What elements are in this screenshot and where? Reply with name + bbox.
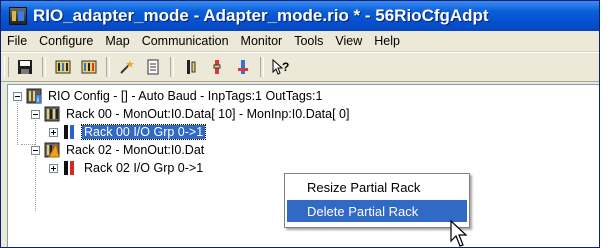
tree-label-root: RIO Config - [] - Auto Baud - InpTags:1 … — [48, 89, 323, 103]
tree-line — [35, 117, 36, 211]
menu-item-resize-partial-rack[interactable]: Resize Partial Rack — [287, 176, 467, 198]
context-menu: Resize Partial Rack Delete Partial Rack — [284, 173, 470, 228]
expand-icon[interactable] — [49, 163, 58, 173]
toolbar-grip[interactable] — [4, 57, 9, 77]
menu-bar: File Configure Map Communication Monitor… — [1, 31, 599, 52]
tree-label-rack02: Rack 02 - MonOut:I0.Dat — [66, 143, 205, 157]
tree-node-root[interactable]: i RIO Config - [] - Auto Baud - InpTags:… — [13, 87, 324, 105]
tree-label-rack00-grp: Rack 00 I/O Grp 0->1 — [80, 124, 207, 140]
window-title: RIO_adapter_mode - Adapter_mode.rio * - … — [33, 6, 489, 25]
report-icon[interactable] — [142, 56, 164, 78]
rack-edit-icon[interactable] — [78, 56, 100, 78]
help-cursor-icon[interactable]: ? — [270, 56, 292, 78]
mouse-pointer-icon — [450, 220, 468, 247]
rack-warning-icon — [44, 142, 60, 158]
toolbar-separator — [170, 57, 174, 77]
menu-view[interactable]: View — [329, 34, 368, 48]
app-icon — [9, 7, 27, 25]
tree-node-rack00[interactable]: Rack 00 - MonOut:I0.Data[ 10] - MonInp:I… — [31, 105, 351, 123]
save-icon[interactable] — [14, 56, 36, 78]
io-module-red-icon[interactable] — [206, 56, 228, 78]
io-group-red-icon — [62, 160, 78, 176]
expand-icon[interactable] — [49, 127, 58, 137]
tree-node-rack00-grp[interactable]: Rack 00 I/O Grp 0->1 — [49, 123, 207, 141]
svg-text:?: ? — [282, 60, 289, 74]
tree-line — [17, 99, 18, 145]
wizard-icon[interactable] — [116, 56, 138, 78]
rack-icon — [44, 106, 60, 122]
tree-label-rack00: Rack 00 - MonOut:I0.Data[ 10] - MonInp:I… — [66, 107, 350, 121]
tree-node-rack02[interactable]: Rack 02 - MonOut:I0.Dat — [31, 141, 206, 159]
title-bar[interactable]: RIO_adapter_mode - Adapter_mode.rio * - … — [1, 1, 599, 31]
menu-map[interactable]: Map — [99, 34, 135, 48]
menu-item-delete-partial-rack[interactable]: Delete Partial Rack — [287, 200, 467, 222]
toolbar: ? — [1, 52, 599, 82]
svg-text:i: i — [37, 97, 39, 104]
menu-file[interactable]: File — [1, 34, 33, 48]
io-group-icon — [62, 124, 78, 140]
menu-monitor[interactable]: Monitor — [235, 34, 289, 48]
io-module-icon[interactable] — [180, 56, 202, 78]
menu-help[interactable]: Help — [368, 34, 406, 48]
toolbar-separator — [42, 57, 46, 77]
rack-config-icon[interactable] — [52, 56, 74, 78]
rio-config-icon: i — [26, 88, 42, 104]
tree-label-rack02-grp: Rack 02 I/O Grp 0->1 — [84, 161, 204, 175]
menu-configure[interactable]: Configure — [33, 34, 99, 48]
collapse-icon[interactable] — [31, 109, 40, 119]
menu-communication[interactable]: Communication — [136, 34, 235, 48]
toolbar-separator — [106, 57, 110, 77]
menu-tools[interactable]: Tools — [288, 34, 329, 48]
tree-node-rack02-grp[interactable]: Rack 02 I/O Grp 0->1 — [49, 159, 205, 177]
toolbar-separator — [260, 57, 264, 77]
io-module-blue-icon[interactable] — [232, 56, 254, 78]
collapse-icon[interactable] — [13, 91, 22, 101]
collapse-icon[interactable] — [31, 145, 40, 155]
